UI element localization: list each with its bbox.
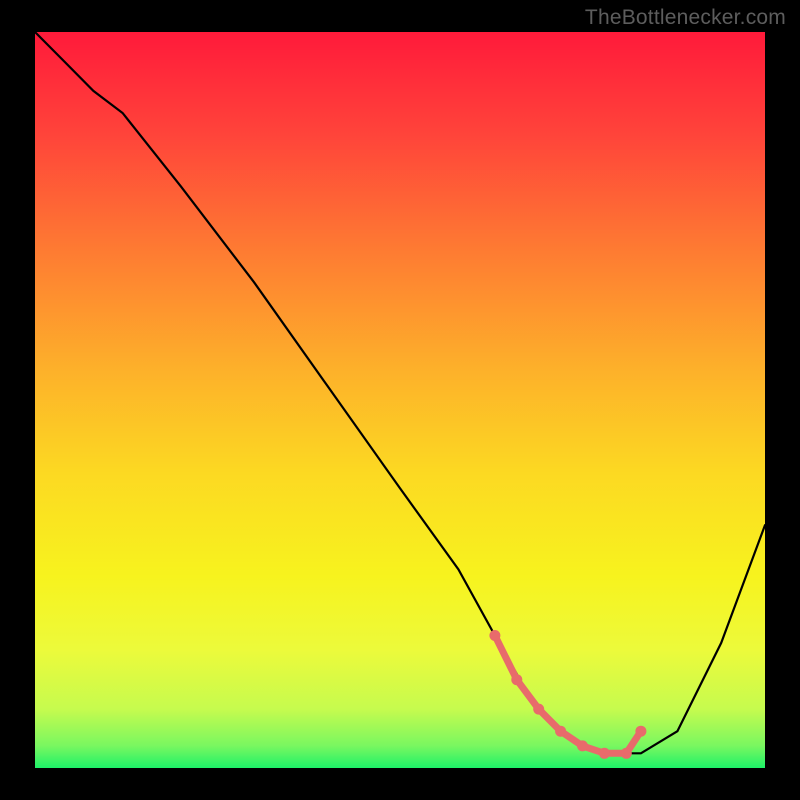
bottleneck-chart: [0, 0, 800, 800]
optimal-range-dot: [555, 726, 566, 737]
optimal-range-dot: [599, 748, 610, 759]
optimal-range-dot: [635, 726, 646, 737]
chart-container: TheBottlenecker.com: [0, 0, 800, 800]
optimal-range-dot: [489, 630, 500, 641]
plot-background: [35, 32, 765, 768]
optimal-range-dot: [511, 674, 522, 685]
optimal-range-dot: [621, 748, 632, 759]
optimal-range-dot: [577, 740, 588, 751]
optimal-range-dot: [533, 704, 544, 715]
watermark-text: TheBottlenecker.com: [585, 6, 786, 30]
